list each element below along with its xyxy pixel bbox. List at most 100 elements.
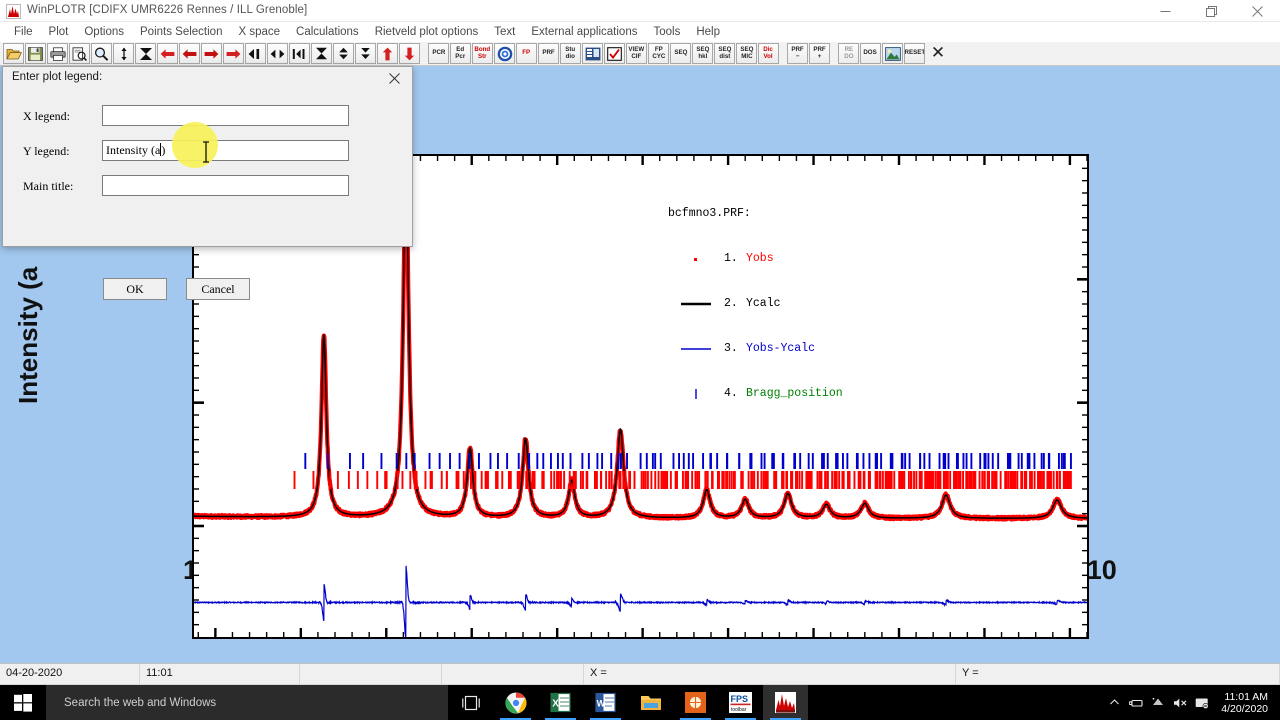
- data-grid-button[interactable]: [582, 43, 603, 64]
- wifi-icon[interactable]: [1147, 685, 1169, 720]
- pcr-button[interactable]: PCR: [428, 43, 449, 64]
- device-icon[interactable]: [1125, 685, 1147, 720]
- enter-plot-legend-dialog[interactable]: Enter plot legend: X legend: Y legend: I…: [2, 66, 413, 300]
- seq-dist-button[interactable]: SEQ dist: [714, 43, 735, 64]
- status-blank1: [300, 664, 442, 685]
- reset-button[interactable]: RESET: [904, 43, 925, 64]
- file-explorer-icon[interactable]: [628, 685, 673, 720]
- fit-all-button[interactable]: [135, 43, 156, 64]
- goto-start-button[interactable]: [245, 43, 266, 64]
- legend-marker-black-line: [668, 299, 724, 309]
- scroll-left-button[interactable]: [179, 43, 200, 64]
- menu-item-tools[interactable]: Tools: [645, 23, 688, 41]
- scroll-left-red-button[interactable]: [157, 43, 178, 64]
- taskbar-time: 11:01 AM: [1224, 690, 1268, 703]
- winplotr-window: WinPLOTR [CDIFX UMR6226 Rennes / ILL Gre…: [0, 0, 1280, 720]
- fp-cyc-button[interactable]: FP CYC: [648, 43, 669, 64]
- seq-button[interactable]: SEQ: [670, 43, 691, 64]
- menu-item-help[interactable]: Help: [688, 23, 728, 41]
- close-plot-button[interactable]: ✕: [926, 43, 950, 64]
- legend-entry-ycalc: 2. Ycalc: [668, 296, 843, 311]
- taskbar-date: 4/20/2020: [1221, 702, 1268, 715]
- word-icon[interactable]: W: [583, 685, 628, 720]
- menu-item-options[interactable]: Options: [76, 23, 132, 41]
- volume-mute-icon[interactable]: [1169, 685, 1191, 720]
- x-legend-input[interactable]: [102, 105, 349, 126]
- svg-text:FPS: FPS: [731, 694, 749, 704]
- zoom-button[interactable]: [91, 43, 112, 64]
- taskbar-search-box[interactable]: Search the web and Windows: [46, 685, 448, 720]
- move-y-button[interactable]: [333, 43, 354, 64]
- prf-plus-button[interactable]: PRF +: [809, 43, 830, 64]
- print-preview-button[interactable]: [69, 43, 90, 64]
- taskbar: Search the web and Windows X W FPS toolb…: [0, 685, 1280, 720]
- dicvol-button[interactable]: Dic Vol: [758, 43, 779, 64]
- fullprof-button[interactable]: FP: [516, 43, 537, 64]
- edit-pcr-button[interactable]: Ed Pcr: [450, 43, 471, 64]
- prf-button[interactable]: PRF: [538, 43, 559, 64]
- compress-y-button[interactable]: [311, 43, 332, 64]
- view-cif-button[interactable]: VIEW CIF: [626, 43, 647, 64]
- shrink-y-button[interactable]: [355, 43, 376, 64]
- start-button[interactable]: [0, 685, 46, 720]
- menu-item-x-space[interactable]: X space: [230, 23, 288, 41]
- status-x: X =: [584, 664, 956, 685]
- chevron-up-icon[interactable]: [1103, 685, 1125, 720]
- shift-up-button[interactable]: [377, 43, 398, 64]
- phase-1-bragg-row: [304, 453, 1072, 469]
- prf-minus-button[interactable]: PRF −: [787, 43, 808, 64]
- fps-toolbar-icon[interactable]: FPS toolbar: [718, 685, 763, 720]
- seq-mic-button[interactable]: SEQ MIC: [736, 43, 757, 64]
- open-file-button[interactable]: [3, 43, 24, 64]
- ok-button[interactable]: OK: [103, 278, 167, 300]
- gfourier-button[interactable]: [494, 43, 515, 64]
- status-blank2: [442, 664, 584, 685]
- seq-hkl-button[interactable]: SEQ hkl: [692, 43, 713, 64]
- winplotr-taskbar-icon[interactable]: [763, 685, 808, 720]
- menu-item-rietveld-plot-options[interactable]: Rietveld plot options: [367, 23, 487, 41]
- y-legend-input[interactable]: Intensity (a): [102, 140, 349, 161]
- legend-index-2: 2.: [724, 297, 738, 310]
- notifications-icon[interactable]: [1191, 685, 1213, 720]
- bond-str-button[interactable]: Bond Str: [472, 43, 493, 64]
- excel-icon[interactable]: X: [538, 685, 583, 720]
- chrome-icon[interactable]: [493, 685, 538, 720]
- scroll-right-red-button[interactable]: [223, 43, 244, 64]
- taskbar-clock[interactable]: 11:01 AM 4/20/2020: [1213, 691, 1272, 715]
- legend-file-name: bcfmno3.PRF:: [668, 207, 751, 220]
- shift-down-button[interactable]: [399, 43, 420, 64]
- menu-item-file[interactable]: File: [6, 23, 41, 41]
- expand-vertical-button[interactable]: [113, 43, 134, 64]
- expand-horizontal-button[interactable]: [267, 43, 288, 64]
- y-legend-row: Y legend: Intensity (a): [3, 140, 412, 164]
- main-title-input[interactable]: [102, 175, 349, 196]
- menu-item-external-applications[interactable]: External applications: [523, 23, 645, 41]
- difference-curve: [193, 565, 1088, 639]
- close-window-button[interactable]: [1235, 0, 1280, 22]
- main-title-label: Main title:: [23, 179, 74, 193]
- status-y: Y =: [956, 664, 1280, 685]
- status-bar: 04-20-2020 11:01 X = Y =: [0, 663, 1280, 685]
- scroll-right-button[interactable]: [201, 43, 222, 64]
- dialog-close-icon[interactable]: [376, 67, 412, 89]
- legend-label-yobs: Yobs: [746, 252, 774, 265]
- redo-button[interactable]: RE DO: [838, 43, 859, 64]
- print-button[interactable]: [47, 43, 68, 64]
- legend-marker-blue-line: [668, 344, 724, 354]
- menu-item-text[interactable]: Text: [486, 23, 523, 41]
- goto-end-button[interactable]: [289, 43, 310, 64]
- menu-item-plot[interactable]: Plot: [41, 23, 77, 41]
- minimize-button[interactable]: [1143, 0, 1188, 22]
- taskview-icon[interactable]: [448, 685, 493, 720]
- cancel-button[interactable]: Cancel: [186, 278, 250, 300]
- menu-item-calculations[interactable]: Calculations: [288, 23, 367, 41]
- save-file-button[interactable]: [25, 43, 46, 64]
- orange-app-icon[interactable]: [673, 685, 718, 720]
- maximize-button[interactable]: [1189, 0, 1234, 22]
- legend-entry-difference: 3. Yobs-Ycalc: [668, 341, 843, 356]
- image-button[interactable]: [882, 43, 903, 64]
- menu-item-points-selection[interactable]: Points Selection: [132, 23, 230, 41]
- studio-button[interactable]: Stu dio: [560, 43, 581, 64]
- dos-button[interactable]: DOS: [860, 43, 881, 64]
- check-button[interactable]: [604, 43, 625, 64]
